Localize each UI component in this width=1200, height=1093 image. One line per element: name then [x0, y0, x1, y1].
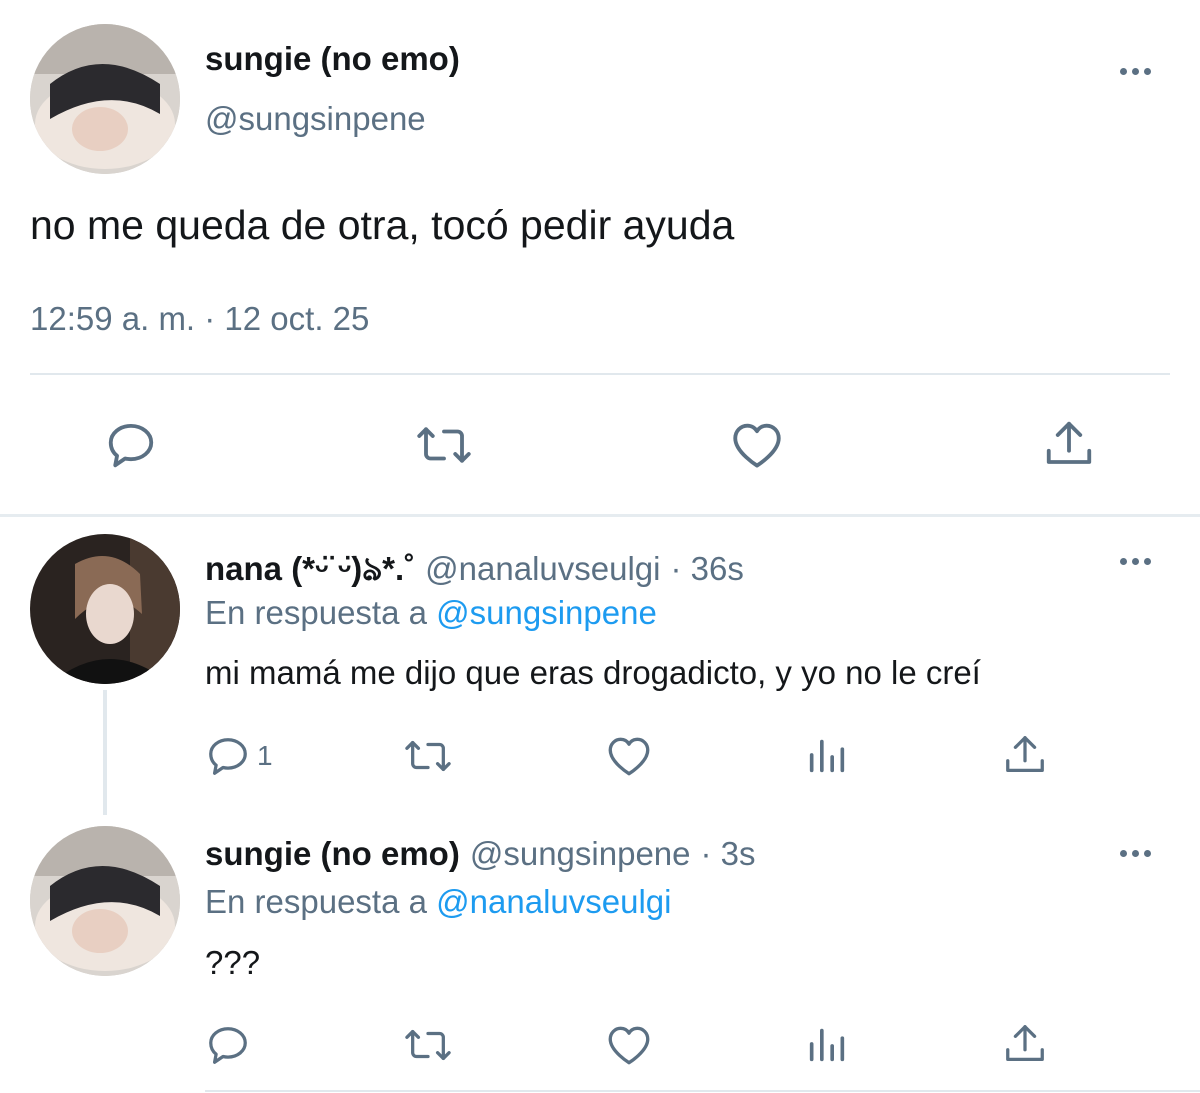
share-button[interactable] — [1042, 416, 1096, 472]
heart-icon — [608, 737, 650, 776]
avatar[interactable] — [30, 534, 180, 684]
analytics-icon — [809, 739, 845, 773]
like-button[interactable] — [604, 1020, 654, 1070]
reply-icon — [209, 738, 247, 775]
author-handle[interactable]: @nanaluvseulgi — [425, 550, 660, 588]
thread-line — [103, 690, 107, 815]
heart-icon — [608, 1026, 650, 1065]
share-icon — [1006, 736, 1044, 772]
reply-button[interactable] — [205, 1022, 251, 1068]
like-button[interactable] — [728, 416, 786, 474]
tweet-text: ??? — [205, 944, 261, 981]
reply-context-label: En respuesta a — [205, 883, 427, 920]
author-handle[interactable]: @sungsinpene — [205, 100, 426, 138]
tweet-timestamp[interactable]: 12:59 a. m. · 12 oct. 25 — [30, 300, 369, 338]
reply-to-link[interactable]: @nanaluvseulgi — [436, 883, 671, 920]
author-name[interactable]: sungie (no emo) — [205, 40, 460, 78]
avatar-photo — [30, 24, 180, 174]
share-icon — [1006, 1025, 1044, 1061]
analytics-icon — [809, 1028, 845, 1062]
reply-icon — [209, 1027, 247, 1064]
retweet-icon — [417, 427, 471, 463]
heart-icon — [733, 423, 781, 468]
retweet-button[interactable] — [412, 418, 476, 472]
author-handle[interactable]: @sungsinpene — [470, 835, 691, 873]
reply-button[interactable]: 1 — [205, 733, 273, 779]
reply-icon — [108, 423, 154, 468]
share-button[interactable] — [1002, 1020, 1048, 1068]
share-button[interactable] — [1002, 731, 1048, 779]
bottom-divider — [205, 1090, 1200, 1092]
retweet-button[interactable] — [400, 1022, 456, 1068]
tweet-text: no me queda de otra, tocó pedir ayuda — [30, 202, 735, 248]
reply-context-label: En respuesta a — [205, 594, 427, 631]
reply-to-link[interactable]: @sungsinpene — [436, 594, 657, 631]
more-button[interactable] — [1120, 558, 1151, 565]
avatar[interactable] — [30, 24, 180, 174]
more-button[interactable] — [1120, 68, 1151, 75]
reply-count: 1 — [257, 740, 273, 771]
author-name[interactable]: nana (*ᵕ̈ ᵕ̈)ঌ*.˚ — [205, 543, 415, 599]
avatar[interactable] — [30, 826, 180, 976]
reply-button[interactable] — [104, 418, 158, 472]
like-button[interactable] — [604, 731, 654, 781]
more-button[interactable] — [1120, 850, 1151, 857]
divider — [30, 373, 1170, 375]
retweet-icon — [405, 1029, 451, 1061]
analytics-button[interactable] — [804, 1021, 850, 1067]
author-name[interactable]: sungie (no emo) — [205, 835, 460, 873]
avatar-photo — [30, 534, 180, 684]
share-icon — [1046, 421, 1092, 464]
more-icon — [1120, 558, 1127, 565]
more-icon — [1120, 68, 1127, 75]
retweet-button[interactable] — [400, 733, 456, 779]
section-separator — [0, 514, 1200, 517]
more-icon — [1120, 850, 1127, 857]
tweet-time[interactable]: · 36s — [670, 550, 743, 588]
analytics-button[interactable] — [804, 732, 850, 778]
avatar-photo — [30, 826, 180, 976]
tweet-time[interactable]: · 3s — [701, 835, 756, 873]
retweet-icon — [405, 740, 451, 772]
tweet-text: mi mamá me dijo que eras drogadicto, y y… — [205, 654, 981, 691]
